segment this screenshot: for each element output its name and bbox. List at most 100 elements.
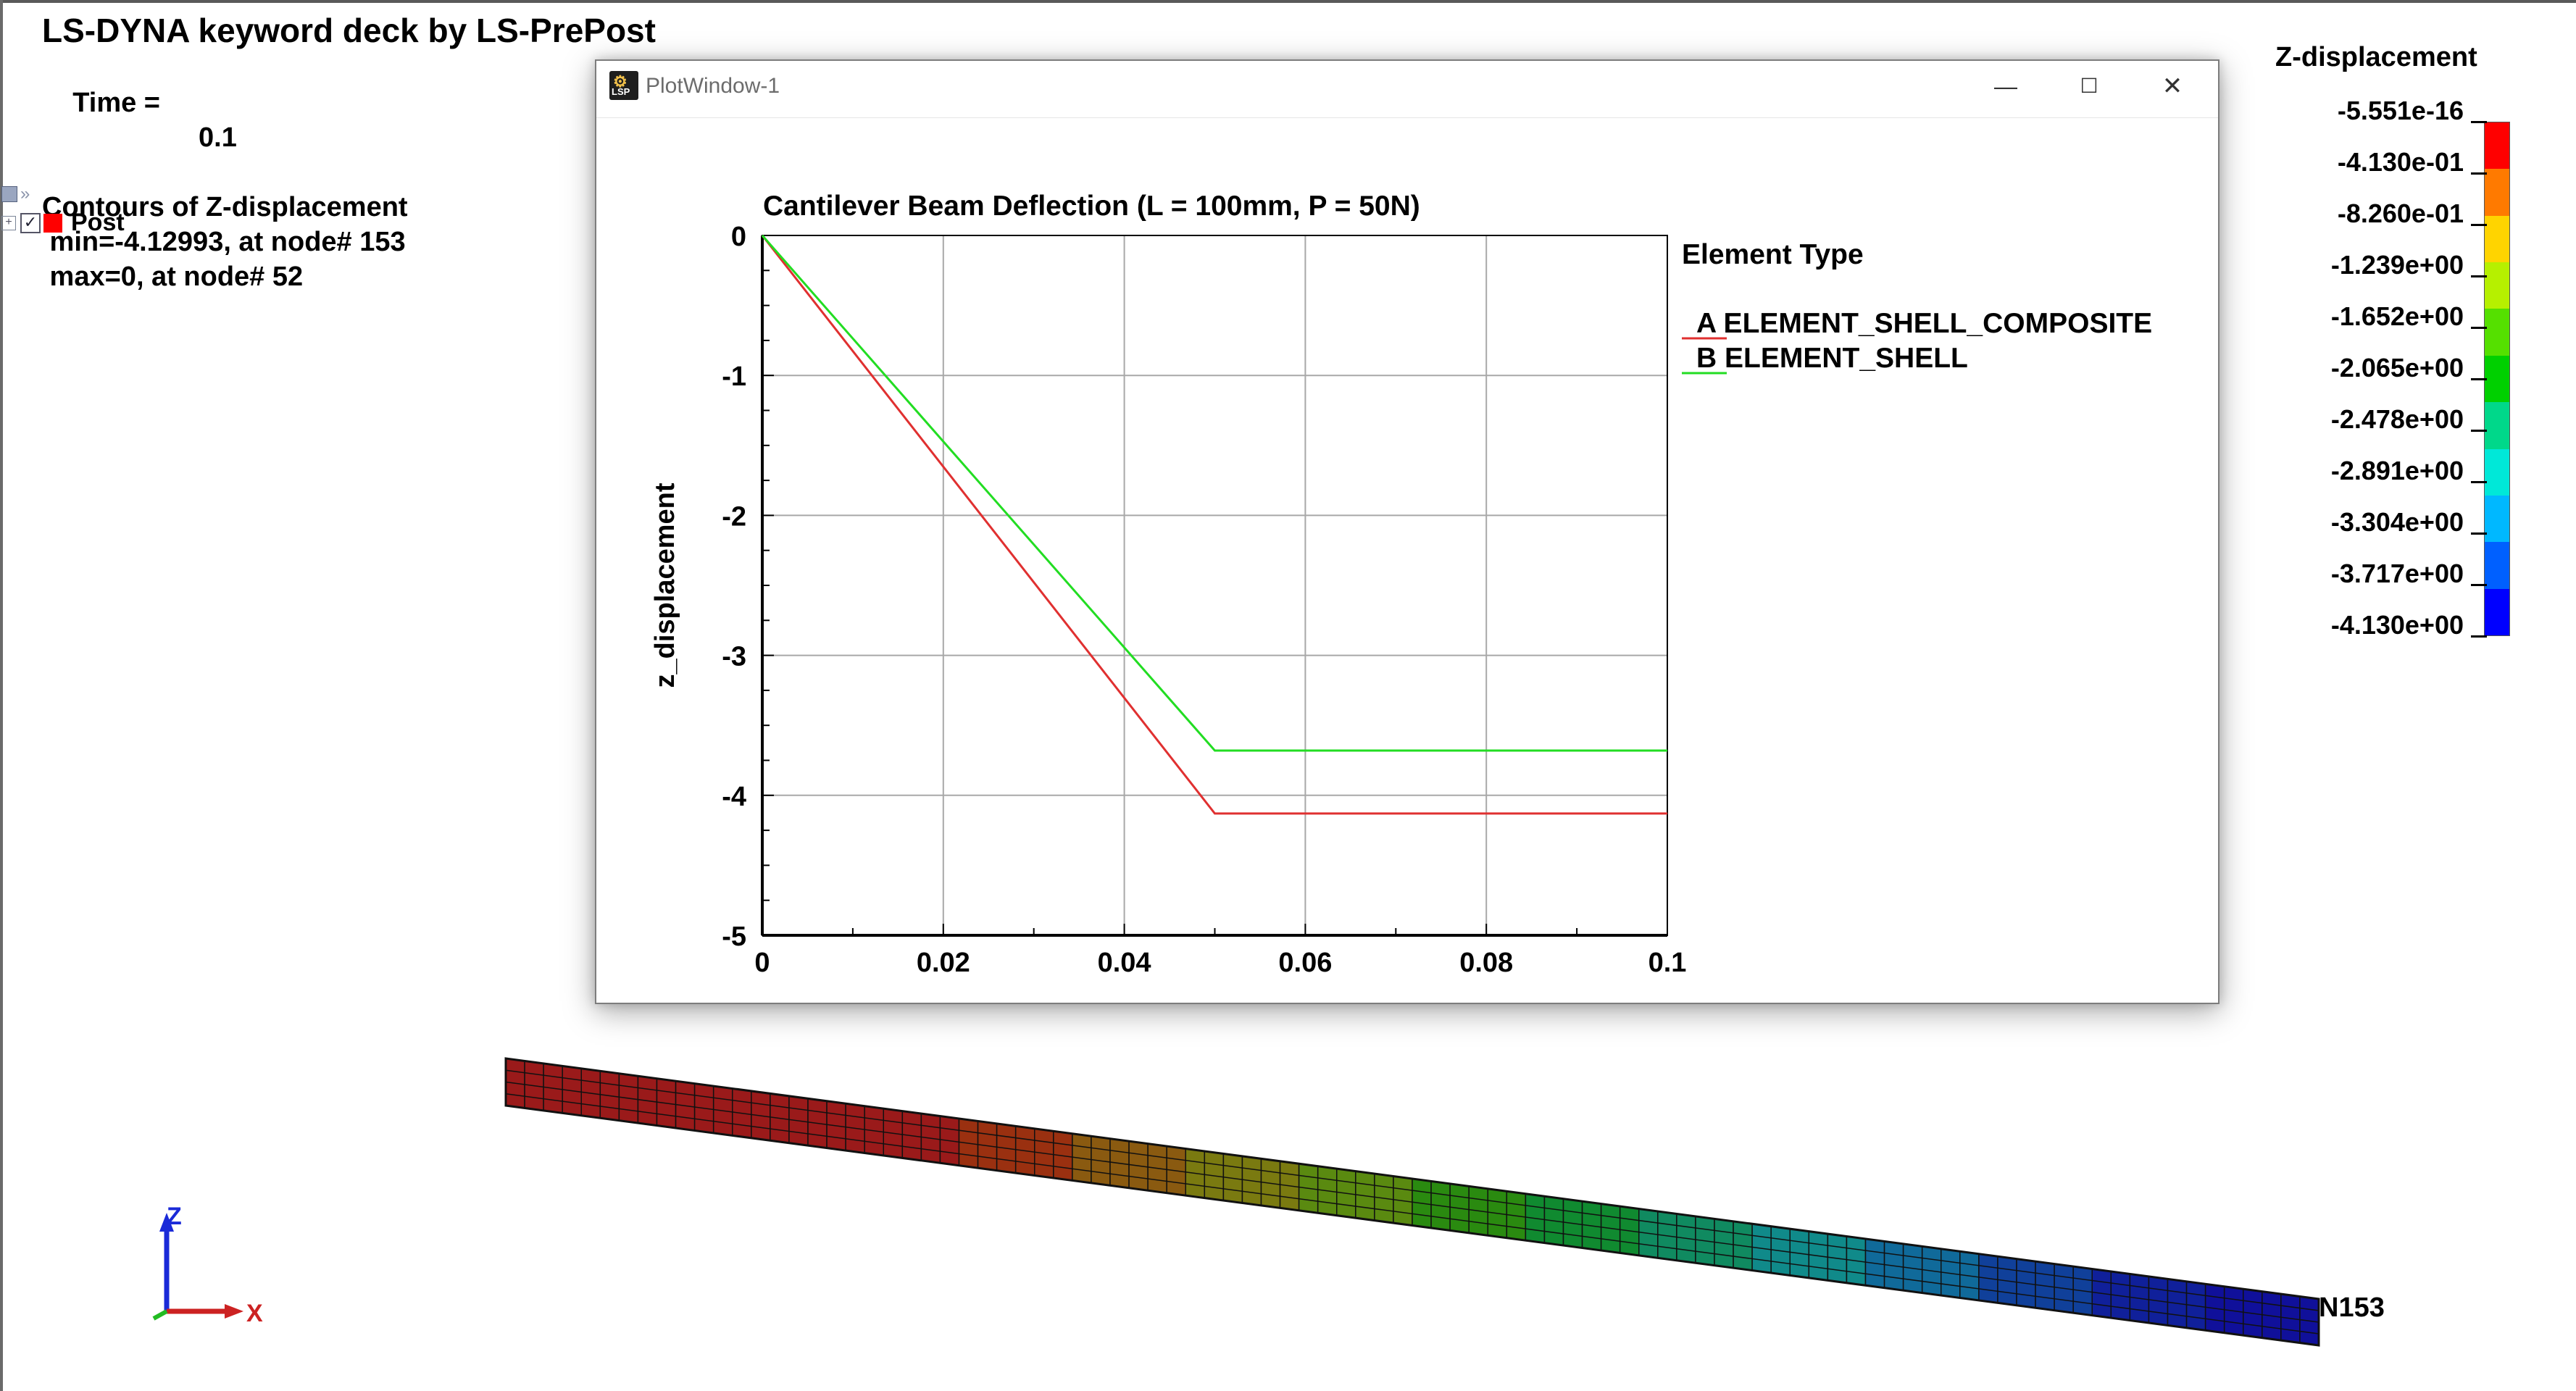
beam-element [1128, 1140, 1149, 1192]
x-tick-label: 0.02 [917, 948, 970, 978]
beam-element [1846, 1235, 1867, 1287]
beam-element [1241, 1156, 1262, 1206]
tree-toolbar: » [1, 184, 30, 204]
beam-element [1014, 1125, 1035, 1177]
lsprepost-logo-icon: ⚙ LSP [609, 71, 638, 100]
beam-element [1166, 1145, 1186, 1196]
beam-element [637, 1075, 658, 1127]
beam-element [2016, 1258, 2036, 1309]
tree-item-post[interactable]: + ✓ Post [1, 209, 125, 237]
beam-element [656, 1077, 677, 1129]
beam-element [2091, 1268, 2112, 1319]
beam-element [2035, 1261, 2055, 1311]
y-tick-label: -3 [722, 642, 746, 672]
deck-title: LS-DYNA keyword deck by LS-PrePost [42, 12, 656, 49]
y-axis-line [152, 1309, 168, 1321]
part-color-swatch [43, 213, 62, 233]
collapse-square-icon[interactable] [1, 186, 17, 202]
beam-element [1374, 1173, 1394, 1224]
plot-area-frame [762, 235, 1668, 936]
x-tick-label: 0.06 [1278, 948, 1332, 978]
colorbar-band [2485, 355, 2509, 403]
beam-element [1619, 1206, 1640, 1256]
colorbar-title: Z-displacement [2275, 42, 2477, 72]
beam-element [1506, 1190, 1527, 1242]
colorbar-band [2485, 169, 2509, 216]
minimize-button[interactable]: — [1966, 62, 2046, 113]
beam-element [505, 1058, 525, 1109]
colorbar-label: -3.717e+00 [2330, 559, 2464, 588]
model-info-overlay: LS-DYNA keyword deck by LS-PrePost Time … [42, 10, 656, 294]
beam-element [1260, 1158, 1281, 1209]
beam-element [1676, 1213, 1696, 1264]
beam-element [1091, 1135, 1111, 1187]
x-tick-label: 0.08 [1459, 948, 1513, 978]
plot-window-titlebar[interactable]: ⚙ LSP PlotWindow-1 — ☐ ✕ [596, 61, 2218, 118]
beam-element [1657, 1211, 1677, 1261]
beam-element [2280, 1293, 2301, 1344]
colorbar-tick [2471, 121, 2487, 123]
colorbar-tick [2471, 275, 2487, 277]
deflection-chart: 0 0.02 0.04 0.06 0.08 0.1 0 -1 -2 -3 -4 -5 Cantileve… [650, 191, 2152, 978]
beam-element [939, 1115, 960, 1166]
time-readout: Time = 0.1 [42, 51, 656, 190]
beam-element [580, 1067, 601, 1119]
beam-element [1808, 1230, 1829, 1282]
beam-element [1412, 1178, 1432, 1229]
colorbar-band [2485, 588, 2509, 635]
beam-element [1279, 1160, 1300, 1211]
colorbar-tick [2471, 224, 2487, 226]
beam-element [2299, 1295, 2319, 1346]
beam-element [1393, 1175, 1413, 1227]
colorbar-label: -2.891e+00 [2330, 456, 2464, 485]
beam-element [1978, 1253, 1998, 1304]
beam-element [2148, 1276, 2169, 1327]
beam-element [901, 1110, 922, 1161]
beam-element [1185, 1148, 1206, 1199]
close-button[interactable]: ✕ [2133, 62, 2212, 113]
beam-element [1902, 1243, 1923, 1294]
plot-window[interactable]: ⚙ LSP PlotWindow-1 — ☐ ✕ 0 0.02 0.04 0.06 0.… [595, 59, 2219, 1004]
beam-element [2167, 1278, 2188, 1329]
series-line-2 [761, 235, 1667, 752]
x-tick-label: 0.04 [1098, 948, 1151, 978]
beam-element [1109, 1137, 1130, 1189]
beam-element [1789, 1228, 1810, 1279]
x-axis-label: X [246, 1300, 263, 1327]
colorbar-label: -1.239e+00 [2330, 250, 2464, 280]
beam-element [864, 1105, 884, 1156]
legend-entry-2: B ELEMENT_SHELL [1696, 343, 1968, 374]
chart-title: Cantilever Beam Deflection (L = 100mm, P… [763, 191, 1420, 222]
beam-element [1600, 1203, 1621, 1254]
axis-triad-icon: Z X [152, 1203, 263, 1327]
colorbar-tick [2471, 635, 2487, 638]
double-chevron-icon[interactable]: » [20, 184, 30, 204]
colorbar-tick [2471, 327, 2487, 329]
beam-element [788, 1095, 809, 1147]
beam-element [1336, 1168, 1356, 1219]
visibility-checkbox[interactable]: ✓ [20, 212, 41, 233]
beam-element [1355, 1170, 1375, 1221]
colorbar-band [2485, 309, 2509, 356]
beam-element [693, 1082, 714, 1134]
beam-element [1714, 1218, 1734, 1269]
maximize-button[interactable]: ☐ [2049, 62, 2129, 113]
beam-element [1468, 1185, 1488, 1237]
beam-mesh-row-line [505, 1093, 2319, 1334]
y-tick-label: -1 [722, 362, 746, 392]
beam-mesh-row-line [505, 1081, 2319, 1323]
beam-element [1751, 1223, 1772, 1274]
expand-plus-icon[interactable]: + [1, 215, 16, 230]
beam-element [807, 1098, 828, 1149]
colorbar-band [2485, 262, 2509, 309]
beam-element [1449, 1183, 1470, 1234]
beam-element [524, 1060, 544, 1111]
beam-outline [504, 1057, 2320, 1347]
beam-element [2262, 1290, 2282, 1341]
beam-element [1222, 1153, 1243, 1204]
colorbar-tick [2471, 172, 2487, 175]
colorbar-band [2485, 448, 2509, 496]
beam-element [1053, 1130, 1073, 1182]
beam-element [2243, 1288, 2263, 1339]
beam-element [1638, 1208, 1659, 1259]
